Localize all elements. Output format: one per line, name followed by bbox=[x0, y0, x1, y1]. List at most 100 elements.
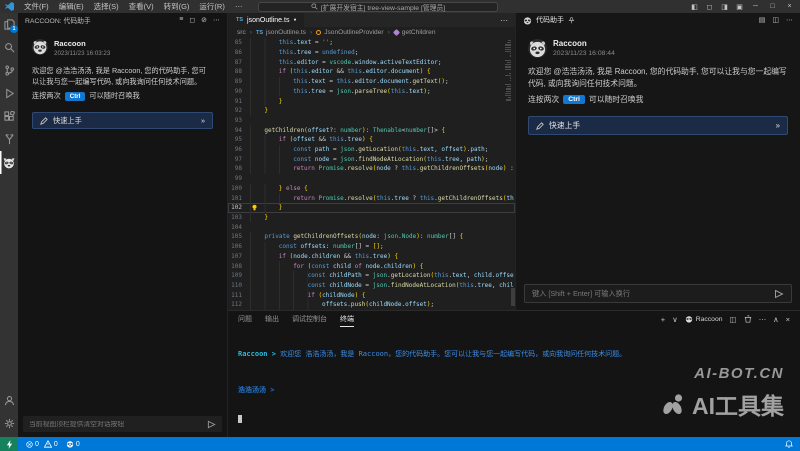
code-line[interactable]: 111if (childNode) { bbox=[228, 290, 515, 300]
toggle-primary-sidebar-icon[interactable]: ◧ bbox=[687, 3, 702, 11]
code-line[interactable]: 109const childPath = json.getLocation(th… bbox=[228, 271, 515, 281]
errors-warnings[interactable]: 0 0 bbox=[26, 440, 58, 448]
panel-tab[interactable]: 问题 bbox=[238, 311, 252, 327]
assistant-chat-input[interactable] bbox=[532, 289, 770, 298]
code-line[interactable]: 96const path = json.getLocation(this.tex… bbox=[228, 145, 515, 155]
menu-item[interactable]: 查看(V) bbox=[124, 1, 159, 12]
code-token: () bbox=[438, 78, 445, 85]
sidebar-item-source-control[interactable] bbox=[0, 59, 18, 82]
sidebar-item-tree-view[interactable] bbox=[0, 128, 18, 151]
sidebar-chat-input[interactable] bbox=[29, 421, 203, 428]
toggle-panel-icon[interactable]: ◻ bbox=[702, 3, 717, 11]
editor-more-actions-icon[interactable]: ⋯ bbox=[493, 13, 515, 27]
panel-tab[interactable]: 输出 bbox=[265, 311, 279, 327]
code-line[interactable]: 107if (node.children && this.tree) { bbox=[228, 251, 515, 261]
more-actions-icon[interactable]: ⋯ bbox=[213, 16, 220, 24]
code-line[interactable]: 92} bbox=[228, 106, 515, 116]
tab-assistant[interactable]: 代码助手 bbox=[536, 15, 564, 25]
code-line[interactable]: 104 bbox=[228, 222, 515, 232]
panel-more-actions-icon[interactable]: ⋯ bbox=[759, 315, 767, 324]
breadcrumb-item[interactable]: getChildren bbox=[394, 29, 436, 36]
code-line[interactable]: 100} else { bbox=[228, 184, 515, 194]
code-token: editor bbox=[366, 68, 388, 75]
layout-icons[interactable]: ◧◻◨▣ bbox=[687, 3, 747, 11]
code-line[interactable]: 90this.tree = json.parseTree(this.text); bbox=[228, 87, 515, 97]
code-line[interactable]: 98return Promise.resolve(node ? this.get… bbox=[228, 164, 515, 174]
code-line[interactable]: 95if (offset && this.tree) { bbox=[228, 135, 515, 145]
menu-item[interactable]: 选择(S) bbox=[89, 1, 124, 12]
breadcrumb-item[interactable]: JsonOutlineProvider bbox=[316, 29, 383, 36]
maximize-panel-icon[interactable]: ∧ bbox=[773, 315, 779, 324]
code-token: && bbox=[315, 136, 329, 143]
code-editor[interactable]: 85this.text = '';86this.tree = undefined… bbox=[228, 38, 515, 310]
quick-start-button[interactable]: 快速上手 » bbox=[528, 116, 788, 135]
code-line[interactable]: 105private getChildrenOffsets(node: json… bbox=[228, 232, 515, 242]
lightbulb-icon[interactable] bbox=[251, 204, 258, 211]
code-token: = bbox=[319, 59, 330, 66]
sidebar-item-search[interactable] bbox=[0, 36, 18, 59]
quick-start-button[interactable]: 快速上手 » bbox=[32, 112, 213, 129]
scrollbar-thumb[interactable] bbox=[511, 288, 515, 306]
toggle-secondary-sidebar-icon[interactable]: ◨ bbox=[717, 3, 732, 11]
code-line[interactable]: 91} bbox=[228, 96, 515, 106]
minimize-button[interactable]: ─ bbox=[747, 3, 764, 10]
code-line[interactable]: 88if (this.editor && this.editor.documen… bbox=[228, 67, 515, 77]
send-icon[interactable] bbox=[207, 420, 216, 429]
clear-chat-icon[interactable]: ⊘ bbox=[201, 16, 207, 24]
sidebar-item-account[interactable] bbox=[0, 389, 18, 412]
code-line[interactable]: 110const childNode = json.findNodeAtLoca… bbox=[228, 281, 515, 291]
open-in-editor-icon[interactable]: ◻ bbox=[189, 16, 195, 24]
menu-item[interactable]: 转到(G) bbox=[159, 1, 195, 12]
code-line[interactable]: 87this.editor = vscode.window.activeText… bbox=[228, 57, 515, 67]
code-line[interactable]: 101return Promise.resolve(this.tree ? th… bbox=[228, 193, 515, 203]
code-line[interactable]: 106const offsets: number[] = []; bbox=[228, 242, 515, 252]
close-button[interactable]: × bbox=[781, 3, 798, 10]
new-terminal-icon[interactable]: + bbox=[661, 315, 665, 324]
panel-tab[interactable]: 调试控制台 bbox=[292, 311, 327, 327]
kill-terminal-icon[interactable] bbox=[744, 315, 752, 323]
code-line[interactable]: 85this.text = ''; bbox=[228, 38, 515, 48]
code-token: ; bbox=[380, 243, 384, 250]
sidebar-item-raccoon[interactable] bbox=[0, 151, 18, 174]
code-line[interactable]: 86this.tree = undefined; bbox=[228, 48, 515, 58]
notifications-bell[interactable] bbox=[785, 440, 793, 448]
code-line[interactable]: 97const node = json.findNodeAtLocation(t… bbox=[228, 154, 515, 164]
terminal-cursor bbox=[238, 415, 242, 423]
code-line[interactable]: 112offsets.push(childNode.offset); bbox=[228, 300, 515, 310]
menu-item[interactable]: 运行(R) bbox=[194, 1, 229, 12]
send-icon[interactable] bbox=[774, 289, 784, 299]
pin-icon[interactable] bbox=[568, 17, 575, 24]
settings-gear[interactable] bbox=[0, 412, 18, 435]
code-line[interactable]: 99 bbox=[228, 174, 515, 184]
code-line[interactable]: 102} bbox=[228, 203, 515, 213]
sidebar-item-run-debug[interactable] bbox=[0, 82, 18, 105]
split-editor-icon[interactable]: ◫ bbox=[772, 16, 779, 24]
breadcrumb-item[interactable]: src bbox=[237, 29, 246, 36]
raccoon-status[interactable]: 0 bbox=[66, 440, 80, 448]
maximize-button[interactable]: □ bbox=[764, 3, 781, 10]
customize-layout-icon[interactable]: ▣ bbox=[732, 3, 747, 11]
code-line[interactable]: 108for (const child of node.children) { bbox=[228, 261, 515, 271]
sidebar-item-extensions[interactable] bbox=[0, 105, 18, 128]
split-terminal-icon[interactable]: ◫ bbox=[730, 315, 737, 324]
menu-item[interactable]: 文件(F) bbox=[19, 1, 54, 12]
menu-item[interactable]: ⋯ bbox=[230, 2, 248, 11]
code-line[interactable]: 94getChildren(offset?: number): Thenable… bbox=[228, 125, 515, 135]
code-line[interactable]: 103} bbox=[228, 213, 515, 223]
code-line[interactable]: 93 bbox=[228, 116, 515, 126]
close-panel-icon[interactable]: × bbox=[786, 315, 790, 324]
menu-item[interactable]: 编辑(E) bbox=[54, 1, 89, 12]
more-actions-icon[interactable]: ⋯ bbox=[786, 16, 793, 24]
tab-jsonoutline[interactable]: TS jsonOutline.ts ● bbox=[228, 13, 305, 27]
panel-tab[interactable]: 终端 bbox=[340, 311, 354, 327]
terminal-profile[interactable]: Raccoon bbox=[685, 315, 723, 323]
terminal-profile-dropdown-icon[interactable]: ∨ bbox=[672, 315, 678, 324]
breadcrumb-item[interactable]: TSjsonOutline.ts bbox=[256, 29, 306, 36]
sidebar-item-explorer[interactable]: 1 bbox=[0, 13, 18, 36]
minimap[interactable] bbox=[505, 38, 515, 310]
code-line[interactable]: 89this.text = this.editor.document.getTe… bbox=[228, 77, 515, 87]
view-menu-icon[interactable]: ≡ bbox=[179, 16, 183, 24]
editor-layout-icon[interactable]: ▤ bbox=[759, 16, 766, 24]
remote-indicator[interactable] bbox=[0, 437, 18, 451]
command-center-search[interactable]: [扩展开发宿主] tree-view-sample [管理员] bbox=[258, 2, 498, 12]
